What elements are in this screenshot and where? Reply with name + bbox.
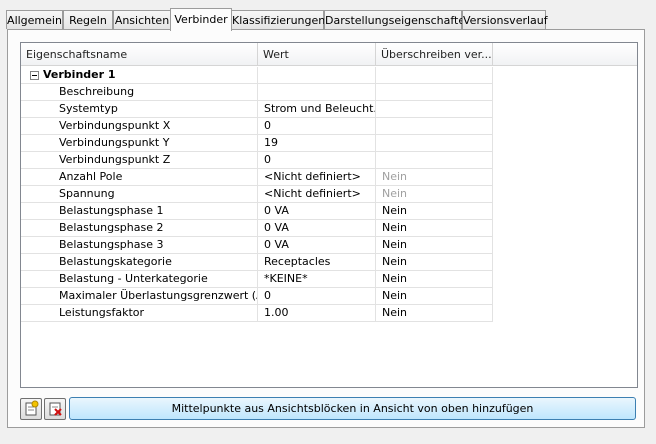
tab-verbinder[interactable]: Verbinder [170, 8, 232, 31]
column-header-name[interactable]: Eigenschaftsname [21, 43, 258, 66]
add-connector-icon [25, 400, 39, 416]
override-cell[interactable]: Nein [376, 237, 493, 253]
table-row[interactable]: Systemtyp Strom und Beleucht... [21, 101, 493, 118]
property-name-cell[interactable]: Belastung - Unterkategorie [21, 271, 258, 287]
property-value-cell[interactable]: 0 [258, 152, 376, 168]
column-header-value[interactable]: Wert [258, 43, 376, 66]
property-name-cell[interactable]: Belastungsphase 2 [21, 220, 258, 236]
override-cell[interactable]: Nein [376, 305, 493, 321]
property-name-cell[interactable]: Belastungsphase 1 [21, 203, 258, 219]
override-cell [376, 67, 493, 83]
override-cell[interactable]: Nein [376, 288, 493, 304]
table-row[interactable]: Belastungskategorie Receptacles Nein [21, 254, 493, 271]
property-value-cell[interactable]: 0 VA [258, 237, 376, 253]
add-midpoints-button[interactable]: Mittelpunkte aus Ansichtsblöcken in Ansi… [69, 397, 636, 420]
tab-panel: Eigenschaftsname Wert Überschreiben ver.… [7, 29, 645, 428]
property-name-cell[interactable]: Belastungskategorie [21, 254, 258, 270]
table-row[interactable]: Belastungsphase 10 VA Nein [21, 203, 493, 220]
property-name-cell[interactable]: Maximaler Überlastungsgrenzwert (Am... [21, 288, 258, 304]
table-row[interactable]: Spannung <Nicht definiert> Nein [21, 186, 493, 203]
bottom-toolbar: Mittelpunkte aus Ansichtsblöcken in Ansi… [20, 397, 638, 421]
override-cell[interactable] [376, 84, 493, 100]
property-name-cell[interactable]: Verbindungspunkt X [21, 118, 258, 134]
property-name-cell[interactable]: Verbindungspunkt Z [21, 152, 258, 168]
property-name-cell[interactable]: Anzahl Pole [21, 169, 258, 185]
override-cell[interactable]: Nein [376, 169, 493, 185]
property-name-cell[interactable]: Spannung [21, 186, 258, 202]
property-value-cell[interactable]: 0 [258, 288, 376, 304]
tab-allgemein[interactable]: Allgemein [6, 10, 63, 29]
property-value-cell[interactable]: Strom und Beleucht... [258, 101, 376, 117]
table-row[interactable]: Belastungsphase 20 VA Nein [21, 220, 493, 237]
tab-strip: Allgemein Regeln Ansichten Verbinder Kla… [6, 8, 646, 31]
table-row[interactable]: Leistungsfaktor 1.00 Nein [21, 305, 493, 322]
table-row[interactable]: Verbindungspunkt X0 [21, 118, 493, 135]
property-value-cell[interactable]: 0 VA [258, 220, 376, 236]
group-row[interactable]: Verbinder 1 [21, 67, 493, 84]
property-value-cell[interactable]: *KEINE* [258, 271, 376, 287]
override-cell[interactable]: Nein [376, 220, 493, 236]
table-row[interactable]: Beschreibung [21, 84, 493, 101]
property-name-cell[interactable]: Verbindungspunkt Y [21, 135, 258, 151]
override-cell[interactable]: Nein [376, 203, 493, 219]
override-cell[interactable]: Nein [376, 254, 493, 270]
table-row[interactable]: Belastung - Unterkategorie *KEINE* Nein [21, 271, 493, 288]
tab-ansichten[interactable]: Ansichten [113, 10, 171, 29]
add-connector-button[interactable] [20, 398, 42, 420]
tab-versionsverlauf[interactable]: Versionsverlauf [462, 10, 548, 29]
override-cell[interactable]: Nein [376, 186, 493, 202]
property-value-cell[interactable] [258, 84, 376, 100]
tab-regeln[interactable]: Regeln [63, 10, 113, 29]
override-cell[interactable] [376, 101, 493, 117]
table-row[interactable]: Verbindungspunkt Z0 [21, 152, 493, 169]
property-value-cell[interactable]: <Nicht definiert> [258, 186, 376, 202]
override-cell[interactable] [376, 152, 493, 168]
column-header-filler [493, 43, 637, 66]
grid-header: Eigenschaftsname Wert Überschreiben ver.… [21, 43, 637, 66]
override-cell[interactable] [376, 118, 493, 134]
table-row[interactable]: Maximaler Überlastungsgrenzwert (Am...0N… [21, 288, 493, 305]
table-row[interactable]: Anzahl Pole <Nicht definiert> Nein [21, 169, 493, 186]
override-cell[interactable] [376, 135, 493, 151]
property-name-cell[interactable]: Systemtyp [21, 101, 258, 117]
property-value-cell[interactable]: 0 [258, 118, 376, 134]
group-label: Verbinder 1 [21, 67, 258, 83]
column-header-override[interactable]: Überschreiben ver... [376, 43, 493, 66]
property-value-cell[interactable]: 19 [258, 135, 376, 151]
property-name-cell[interactable]: Belastungsphase 3 [21, 237, 258, 253]
property-value-cell[interactable]: 0 VA [258, 203, 376, 219]
remove-connector-button[interactable] [44, 398, 66, 420]
property-value-cell[interactable]: 1.00 [258, 305, 376, 321]
property-value-cell[interactable]: Receptacles [258, 254, 376, 270]
grid-rows: Verbinder 1 Beschreibung Systemtyp Strom u… [21, 67, 493, 322]
property-name-cell[interactable]: Beschreibung [21, 84, 258, 100]
tab-darstellungseigenschaften[interactable]: Darstellungseigenschaften [324, 10, 472, 29]
property-name-cell[interactable]: Leistungsfaktor [21, 305, 258, 321]
table-row[interactable]: Verbindungspunkt Y 19 [21, 135, 493, 152]
property-grid: Eigenschaftsname Wert Überschreiben ver.… [20, 42, 638, 388]
property-value-cell[interactable]: <Nicht definiert> [258, 169, 376, 185]
table-row[interactable]: Belastungsphase 30 VA Nein [21, 237, 493, 254]
remove-connector-icon [49, 402, 62, 416]
override-cell[interactable]: Nein [376, 271, 493, 287]
tab-klassifizierungen[interactable]: Klassifizierungen [231, 10, 325, 29]
value-cell [258, 67, 376, 83]
